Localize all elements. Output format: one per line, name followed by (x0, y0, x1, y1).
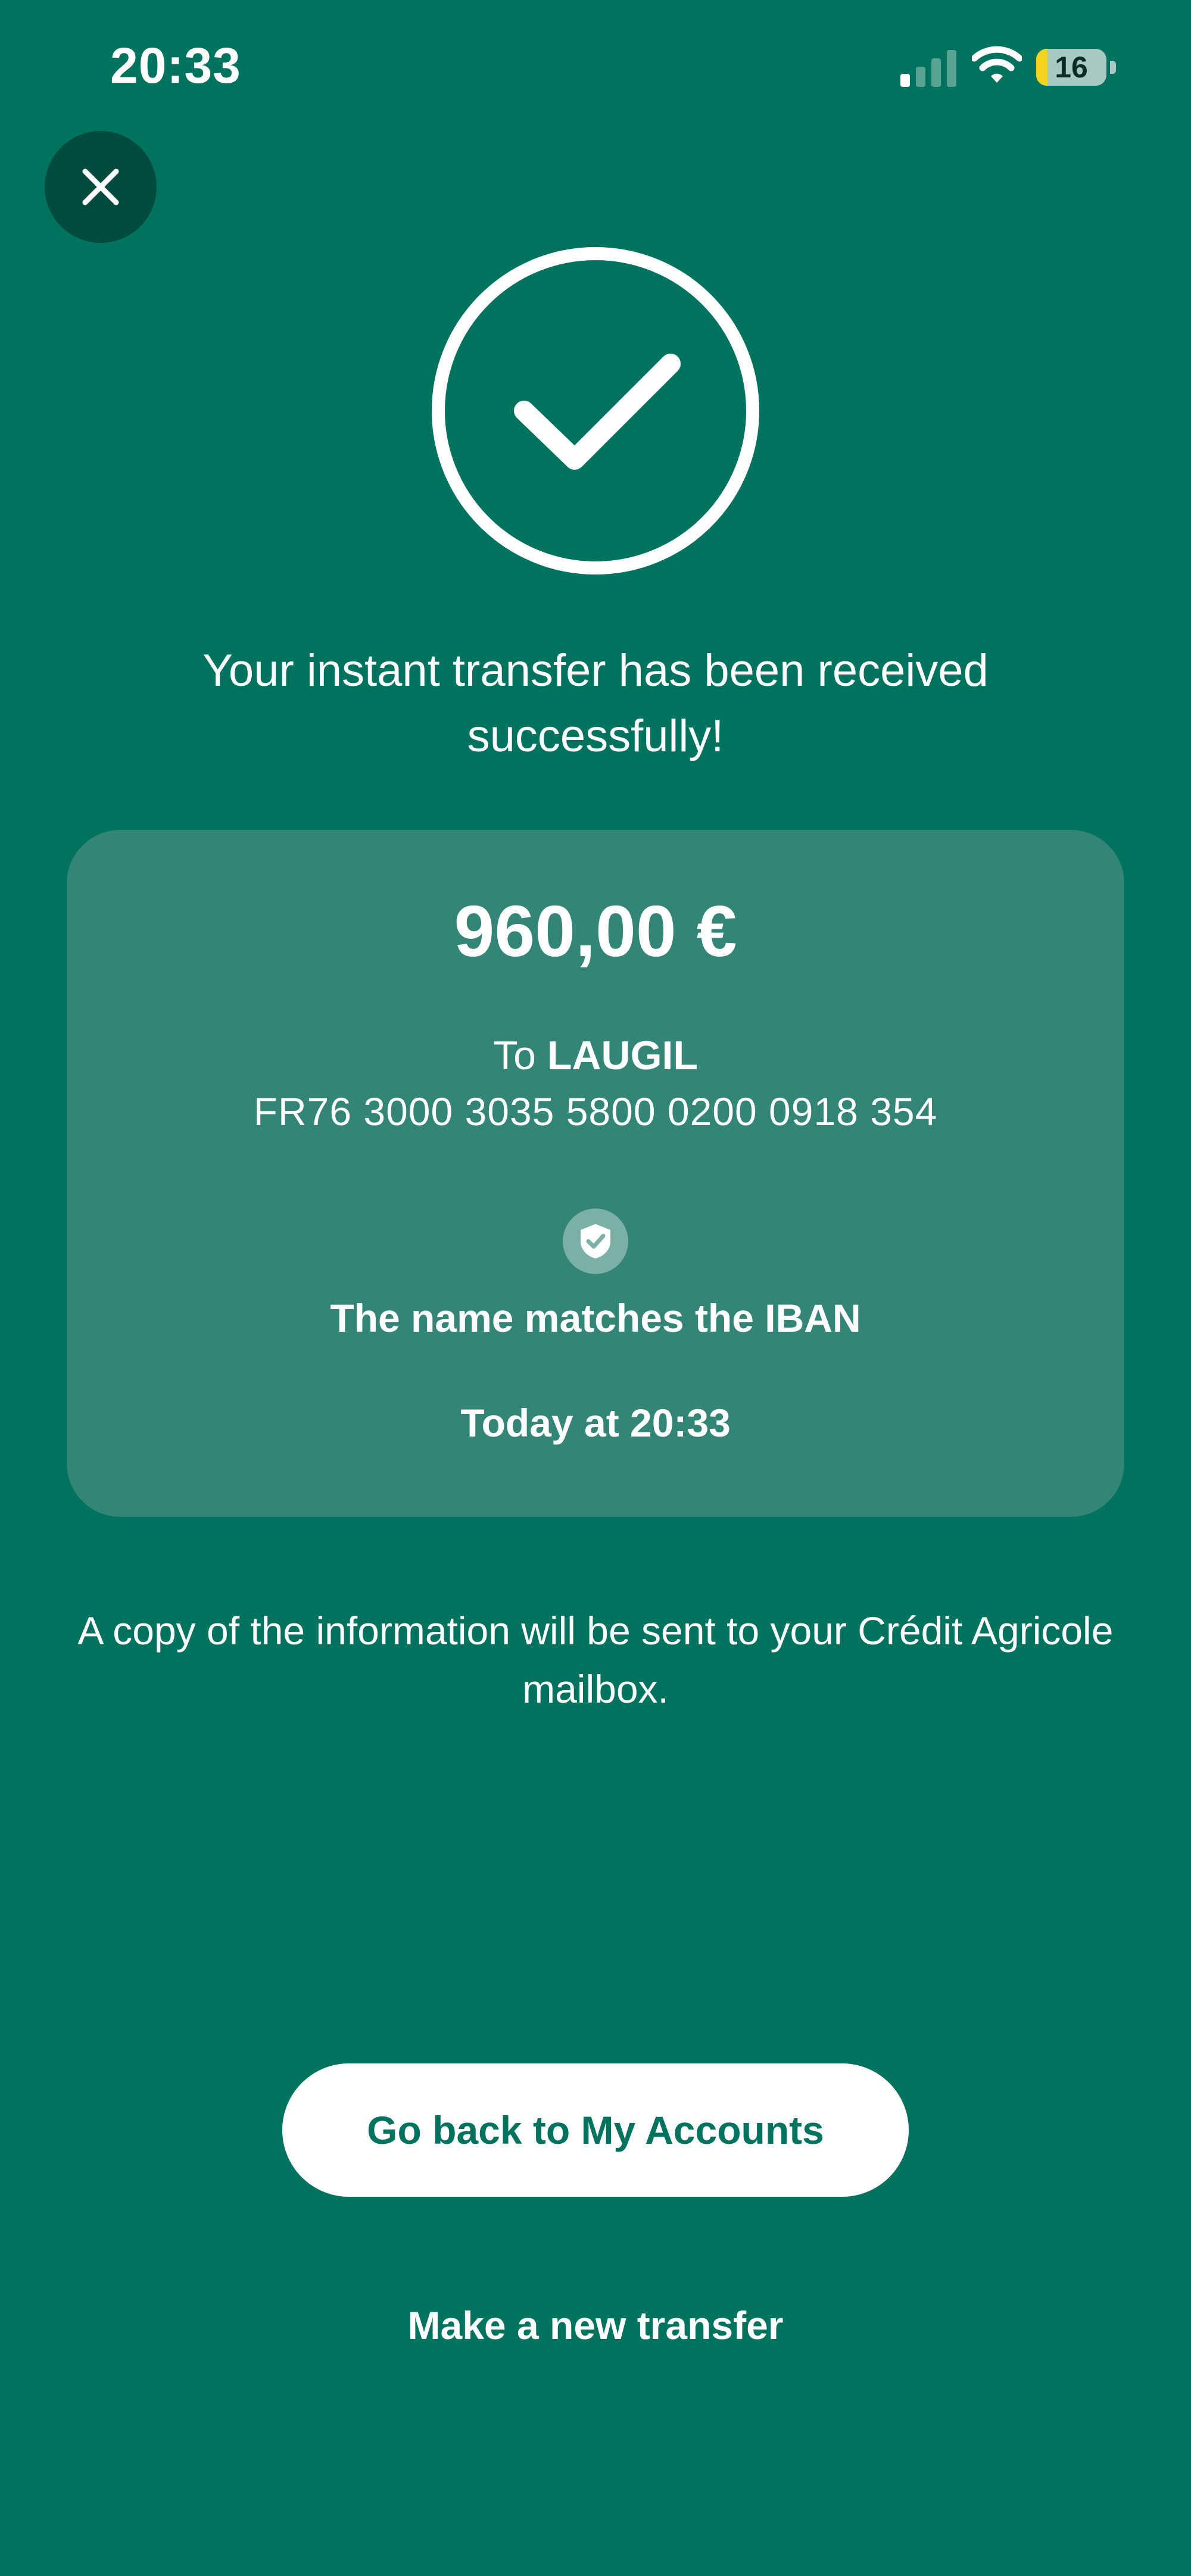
mailbox-info-text: A copy of the information will be sent t… (77, 1609, 1114, 1711)
name-match-status: The name matches the IBAN (330, 1296, 861, 1340)
go-back-to-accounts-button[interactable]: Go back to My Accounts (282, 2063, 909, 2197)
success-headline: Your instant transfer has been received … (202, 645, 989, 761)
shield-check-icon (563, 1209, 628, 1274)
check-circle-icon (432, 247, 759, 574)
recipient-name: LAUGIL (547, 1033, 698, 1078)
make-new-transfer-link[interactable]: Make a new transfer (0, 2303, 1191, 2348)
recipient-line: To LAUGIL (67, 1032, 1124, 1079)
battery-level: 16 (1055, 51, 1088, 84)
wifi-icon (972, 46, 1022, 83)
recipient-iban: FR76 3000 3035 5800 0200 0918 354 (253, 1089, 938, 1134)
recipient-prefix: To (493, 1033, 536, 1078)
transfer-amount: 960,00 € (454, 891, 737, 972)
transfer-date: Today at 20:33 (460, 1401, 731, 1445)
battery-icon: 16 (1036, 49, 1106, 86)
status-time: 20:33 (110, 38, 241, 93)
status-bar: 20:33 16 (0, 0, 1191, 137)
signal-icon (900, 50, 956, 87)
close-button[interactable] (45, 131, 157, 243)
close-icon (82, 168, 119, 205)
battery-cap (1110, 61, 1116, 74)
transfer-summary-card: 960,00 € To LAUGIL FR76 3000 3035 5800 0… (67, 830, 1124, 1517)
